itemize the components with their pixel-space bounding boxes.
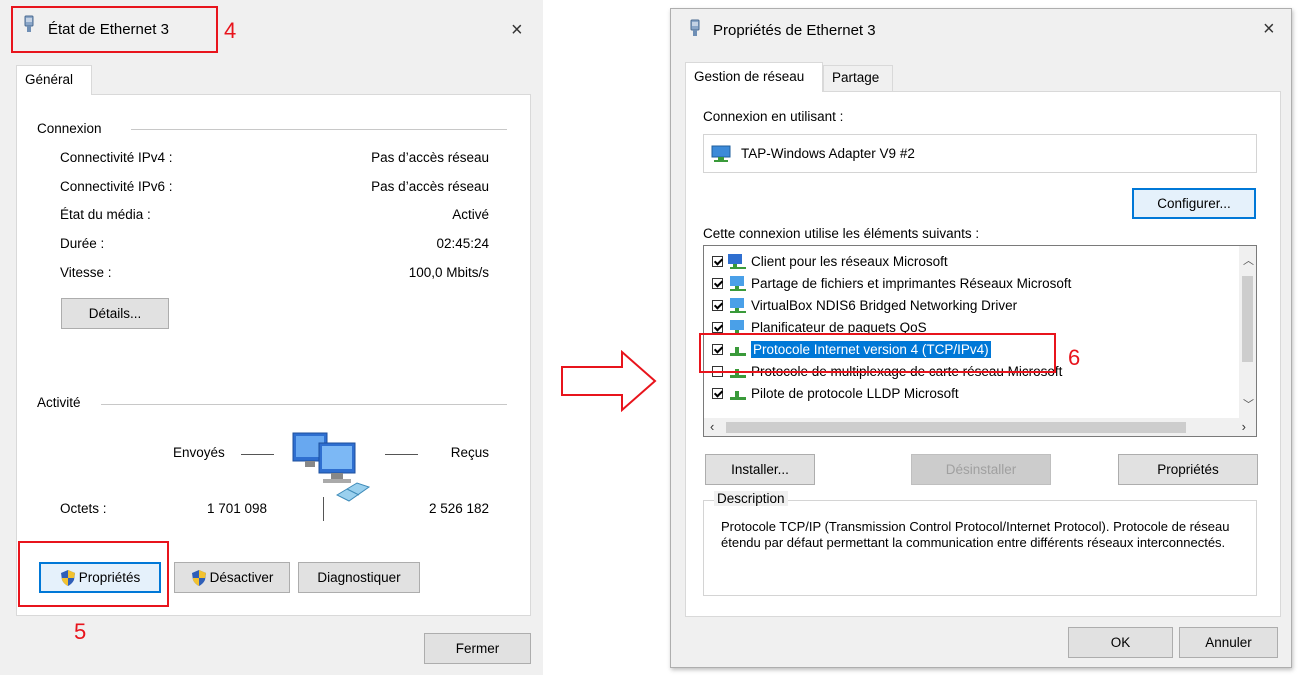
uninstall-button: Désinstaller (911, 454, 1051, 485)
scrollbar-thumb[interactable] (726, 422, 1186, 433)
window-title: Propriétés de Ethernet 3 (713, 22, 876, 39)
duration-label: Durée : (60, 236, 105, 251)
uac-shield-icon (191, 569, 206, 586)
close-icon[interactable]: × (511, 20, 523, 40)
item-checkbox[interactable] (712, 299, 723, 311)
ok-button[interactable]: OK (1068, 627, 1173, 658)
scroll-up-icon[interactable]: ︿ (1243, 252, 1254, 268)
tab-sharing[interactable]: Partage (823, 65, 893, 92)
items-label: Cette connexion utilise les éléments sui… (703, 226, 980, 241)
sent-label: Envoyés (173, 445, 225, 460)
cancel-button[interactable]: Annuler (1179, 627, 1278, 658)
scroll-left-icon[interactable]: ‹ (710, 419, 714, 434)
ethernet-plug-icon (690, 19, 700, 36)
configure-button[interactable]: Configurer... (1132, 188, 1256, 219)
close-icon[interactable]: × (1263, 19, 1275, 39)
annotation-step-5: 5 (74, 619, 87, 644)
close-button[interactable]: Fermer (424, 633, 531, 664)
speed-value: 100,0 Mbits/s (408, 265, 489, 280)
ipv4-label: Connectivité IPv4 : (60, 150, 173, 165)
list-item[interactable]: Partage de fichiers et imprimantes Résea… (712, 272, 1071, 294)
network-adapter-icon (711, 145, 731, 162)
item-label: Client pour les réseaux Microsoft (751, 253, 948, 269)
annotation-box-ipv4 (699, 333, 1056, 373)
item-label: Partage de fichiers et imprimantes Résea… (751, 275, 1072, 291)
annotation-box-title (11, 6, 218, 53)
list-item[interactable]: Pilote de protocole LLDP Microsoft (712, 382, 959, 404)
annotation-step-6: 6 (1068, 345, 1081, 370)
network-computers-icon (292, 432, 371, 502)
details-button[interactable]: Détails... (61, 298, 169, 329)
connect-using-label: Connexion en utilisant : (703, 109, 844, 124)
diagnose-button[interactable]: Diagnostiquer (298, 562, 420, 593)
item-checkbox[interactable] (712, 387, 723, 399)
ipv6-value: Pas d’accès réseau (371, 179, 489, 194)
connection-group-label: Connexion (37, 121, 102, 136)
scrollbar-thumb[interactable] (1242, 276, 1253, 362)
sent-line (241, 454, 274, 455)
bytes-separator (323, 497, 324, 521)
tab-general[interactable]: Général (16, 65, 92, 95)
network-service-icon (730, 276, 746, 291)
horizontal-scrollbar[interactable]: ‹ › (704, 418, 1256, 436)
disable-button-label: Désactiver (209, 570, 274, 585)
item-properties-button[interactable]: Propriétés (1118, 454, 1258, 485)
media-state-value: Activé (452, 207, 489, 222)
tab-network[interactable]: Gestion de réseau (685, 62, 823, 92)
annotation-box-properties (18, 541, 169, 607)
description-text: Protocole TCP/IP (Transmission Control P… (721, 519, 1230, 550)
network-protocol-icon (730, 391, 746, 400)
adapter-field: TAP-Windows Adapter V9 #2 (703, 134, 1257, 173)
list-item[interactable]: Client pour les réseaux Microsoft (712, 250, 948, 272)
description-group: Description Protocole TCP/IP (Transmissi… (703, 491, 1257, 596)
disable-button[interactable]: Désactiver (174, 562, 290, 593)
received-label: Reçus (450, 445, 489, 460)
activity-group-label: Activité (37, 395, 81, 410)
general-tab-panel: Connexion Connectivité IPv4 : Pas d’accè… (16, 94, 531, 616)
ipv4-value: Pas d’accès réseau (371, 150, 489, 165)
scroll-right-icon[interactable]: › (1242, 419, 1246, 434)
annotation-step-4: 4 (224, 18, 237, 43)
vertical-scrollbar[interactable]: ︿ ﹀ (1239, 246, 1256, 418)
network-service-icon (730, 298, 746, 313)
item-checkbox[interactable] (712, 321, 723, 333)
media-state-label: État du média : (60, 207, 151, 222)
ipv6-label: Connectivité IPv6 : (60, 179, 173, 194)
network-client-icon (728, 254, 746, 269)
duration-value: 02:45:24 (436, 236, 489, 251)
bytes-sent-value: 1 701 098 (207, 501, 268, 516)
divider (101, 404, 507, 405)
received-line (385, 454, 418, 455)
list-item[interactable]: VirtualBox NDIS6 Bridged Networking Driv… (712, 294, 1017, 316)
scroll-down-icon[interactable]: ﹀ (1243, 396, 1254, 412)
speed-label: Vitesse : (60, 265, 112, 280)
divider (131, 129, 507, 130)
right-arrow-icon (561, 350, 657, 412)
bytes-label: Octets : (60, 501, 107, 516)
item-checkbox[interactable] (712, 255, 723, 267)
item-label: Pilote de protocole LLDP Microsoft (751, 385, 959, 401)
description-label: Description (714, 491, 788, 506)
item-label: VirtualBox NDIS6 Bridged Networking Driv… (751, 297, 1018, 313)
bytes-received-value: 2 526 182 (428, 501, 489, 516)
adapter-name: TAP-Windows Adapter V9 #2 (741, 146, 915, 161)
item-checkbox[interactable] (712, 277, 723, 289)
install-button[interactable]: Installer... (705, 454, 815, 485)
